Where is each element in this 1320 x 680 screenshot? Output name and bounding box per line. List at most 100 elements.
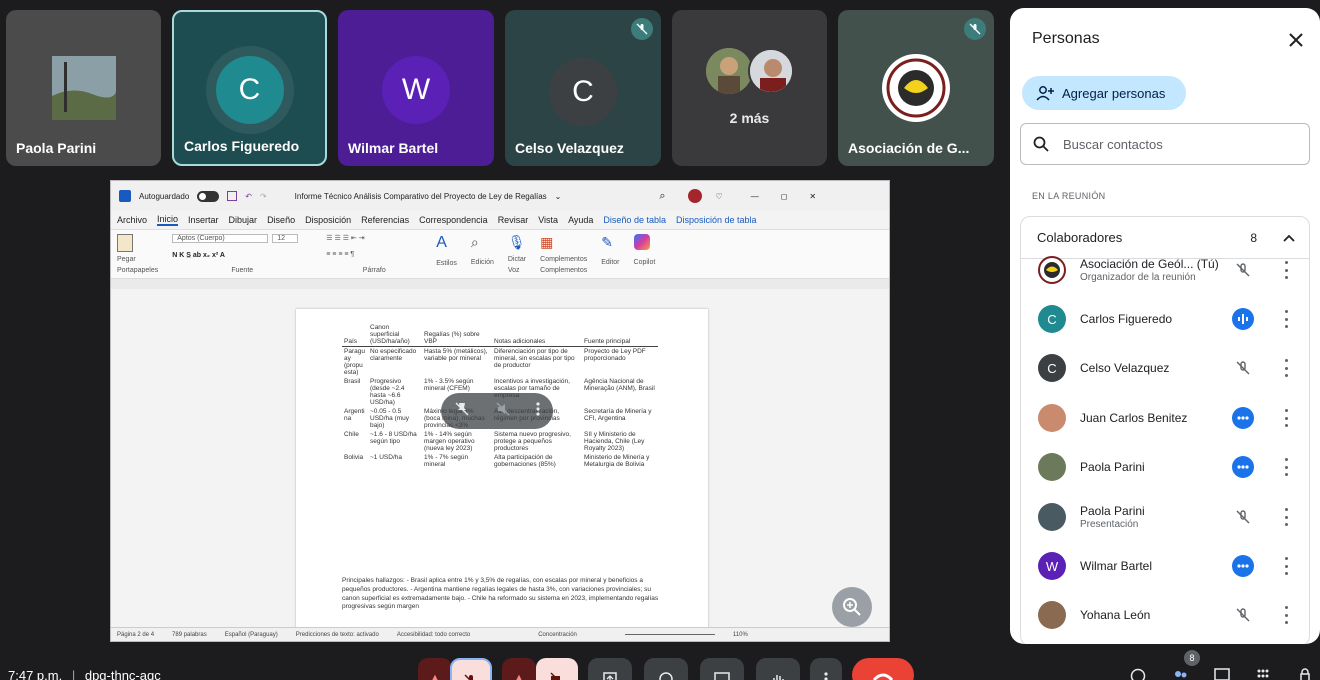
chevron-up-icon[interactable] bbox=[1283, 234, 1295, 242]
menu-item[interactable]: Dibujar bbox=[229, 215, 258, 225]
participant-avatar: C bbox=[1038, 305, 1066, 333]
language[interactable]: Español (Paraguay) bbox=[225, 632, 278, 638]
host-controls-icon[interactable] bbox=[1298, 668, 1316, 680]
present-screen-button[interactable] bbox=[588, 658, 632, 680]
page-indicator[interactable]: Página 2 de 4 bbox=[117, 632, 154, 638]
tile-celso-velazquez[interactable]: C Celso Velazquez bbox=[505, 10, 661, 166]
more-vert-icon[interactable] bbox=[1283, 606, 1289, 624]
more-vert-icon[interactable] bbox=[1283, 557, 1289, 575]
people-icon[interactable] bbox=[1172, 668, 1190, 680]
close-panel-button[interactable] bbox=[1284, 28, 1308, 52]
dictate-button[interactable]: 🎙 Dictar Voz bbox=[508, 234, 526, 274]
paste-icon[interactable] bbox=[117, 234, 133, 252]
undo-icon[interactable]: ↶ bbox=[245, 192, 252, 201]
zoom-presentation-button[interactable] bbox=[832, 587, 872, 627]
menu-item[interactable]: Vista bbox=[538, 215, 558, 225]
audio-active-icon[interactable] bbox=[1232, 407, 1254, 429]
activities-icon[interactable] bbox=[1256, 668, 1274, 680]
participant-row[interactable]: Juan Carlos Benitez bbox=[1021, 398, 1311, 438]
autosave-toggle[interactable] bbox=[197, 190, 220, 202]
unpin-icon[interactable] bbox=[454, 401, 470, 422]
reactions-button[interactable] bbox=[644, 658, 688, 680]
menu-item[interactable]: Disposición bbox=[305, 215, 351, 225]
format-buttons[interactable]: N K S̲ ab x₂ x² A bbox=[172, 252, 312, 259]
editor-button[interactable]: ✎ Editor bbox=[601, 234, 619, 274]
accessibility-status[interactable]: Accesibilidad: todo correcto bbox=[397, 632, 470, 638]
focus-mode[interactable]: Concentración bbox=[538, 632, 577, 638]
menu-item[interactable]: Referencias bbox=[361, 215, 409, 225]
menu-item[interactable]: Insertar bbox=[188, 215, 219, 225]
speaking-indicator-icon[interactable] bbox=[1232, 308, 1254, 330]
search-icon[interactable]: ⌕ bbox=[659, 190, 665, 203]
lightbulb-icon[interactable]: ♡ bbox=[716, 192, 723, 201]
mic-options-button[interactable]: ▲ bbox=[418, 658, 452, 680]
more-vert-icon[interactable] bbox=[1283, 458, 1289, 476]
more-vert-icon[interactable] bbox=[1283, 508, 1289, 526]
paste-button[interactable]: Pegar bbox=[117, 256, 158, 263]
participant-row[interactable]: Paola Parini Presentación bbox=[1021, 497, 1311, 537]
menu-item[interactable]: Disposición de tabla bbox=[676, 215, 757, 225]
editing-button[interactable]: ⌕ Edición bbox=[471, 234, 494, 274]
menu-item[interactable]: Inicio bbox=[157, 214, 179, 226]
chevron-down-icon[interactable]: ⌄ bbox=[555, 192, 562, 201]
participant-row[interactable]: Yohana León bbox=[1021, 595, 1311, 635]
search-contacts-input[interactable]: Buscar contactos bbox=[1020, 123, 1310, 165]
tile-carlos-figueredo[interactable]: C Carlos Figueredo bbox=[172, 10, 327, 166]
restore-icon[interactable]: ◻ bbox=[781, 192, 788, 201]
user-avatar[interactable] bbox=[687, 189, 702, 203]
camera-toggle-button[interactable] bbox=[536, 658, 578, 680]
menu-item[interactable]: Ayuda bbox=[568, 215, 593, 225]
participant-row[interactable]: W Wilmar Bartel bbox=[1021, 546, 1311, 586]
zoom-level[interactable]: 110% bbox=[733, 632, 748, 638]
menu-item[interactable]: Diseño de tabla bbox=[603, 215, 666, 225]
participant-row[interactable]: Asociación de Geól... (Tú) Organizador de… bbox=[1021, 250, 1311, 290]
zoom-slider[interactable] bbox=[624, 634, 715, 635]
more-vert-icon[interactable] bbox=[1283, 409, 1289, 427]
align-buttons[interactable]: ≡ ≡ ≡ ≡ ¶ bbox=[326, 251, 422, 258]
participant-row[interactable]: Paola Parini bbox=[1021, 447, 1311, 487]
more-vert-icon[interactable] bbox=[1283, 310, 1289, 328]
participant-row[interactable]: C Celso Velazquez bbox=[1021, 348, 1311, 388]
raise-hand-button[interactable] bbox=[756, 658, 800, 680]
audio-active-icon[interactable] bbox=[1232, 456, 1254, 478]
menu-item[interactable]: Revisar bbox=[498, 215, 529, 225]
mic-off-icon[interactable] bbox=[1232, 357, 1254, 379]
participant-role: Organizador de la reunión bbox=[1080, 272, 1196, 283]
save-icon[interactable] bbox=[227, 191, 238, 201]
menu-item[interactable]: Archivo bbox=[117, 215, 147, 225]
minimize-icon[interactable]: — bbox=[751, 192, 759, 201]
meeting-info-icon[interactable] bbox=[1130, 668, 1148, 680]
tile-paola-parini[interactable]: Paola Parini bbox=[6, 10, 161, 166]
addins-button[interactable]: ▦ Complementos Complementos bbox=[540, 234, 587, 274]
menu-item[interactable]: Diseño bbox=[267, 215, 295, 225]
leave-call-button[interactable] bbox=[852, 658, 914, 680]
font-size-select[interactable]: 12 bbox=[272, 234, 299, 243]
close-window-icon[interactable]: ✕ bbox=[809, 192, 816, 201]
mic-off-icon[interactable] bbox=[1232, 604, 1254, 626]
tile-wilmar-bartel[interactable]: W Wilmar Bartel bbox=[338, 10, 494, 166]
text-predictions[interactable]: Predicciones de texto: activado bbox=[296, 632, 379, 638]
tile-more-participants[interactable]: 2 más bbox=[672, 10, 827, 166]
more-options-button[interactable] bbox=[810, 658, 842, 680]
styles-button[interactable]: A Estilos bbox=[436, 234, 457, 274]
captions-button[interactable] bbox=[700, 658, 744, 680]
participant-row[interactable]: C Carlos Figueredo bbox=[1021, 299, 1311, 339]
font-name-select[interactable]: Aptos (Cuerpo) bbox=[172, 234, 269, 243]
camera-options-button[interactable]: ▲ bbox=[502, 658, 536, 680]
add-people-button[interactable]: Agregar personas bbox=[1022, 76, 1186, 110]
more-options-icon[interactable] bbox=[536, 401, 540, 422]
mic-off-icon[interactable] bbox=[1232, 259, 1254, 281]
more-vert-icon[interactable] bbox=[1283, 261, 1289, 279]
mute-presentation-icon[interactable] bbox=[495, 401, 511, 422]
chat-icon[interactable] bbox=[1214, 668, 1232, 680]
copilot-button[interactable]: Copilot bbox=[633, 234, 655, 274]
mic-off-icon[interactable] bbox=[1232, 506, 1254, 528]
word-count[interactable]: 789 palabras bbox=[172, 632, 207, 638]
audio-active-icon[interactable] bbox=[1232, 555, 1254, 577]
menu-item[interactable]: Correspondencia bbox=[419, 215, 488, 225]
more-vert-icon[interactable] bbox=[1283, 359, 1289, 377]
tile-asociacion[interactable]: Asociación de G... bbox=[838, 10, 994, 166]
redo-icon[interactable]: ↷ bbox=[260, 192, 267, 201]
mic-toggle-button[interactable] bbox=[450, 658, 492, 680]
list-buttons[interactable]: ☰ ☰ ☰ ⇤ ⇥ bbox=[326, 234, 422, 242]
